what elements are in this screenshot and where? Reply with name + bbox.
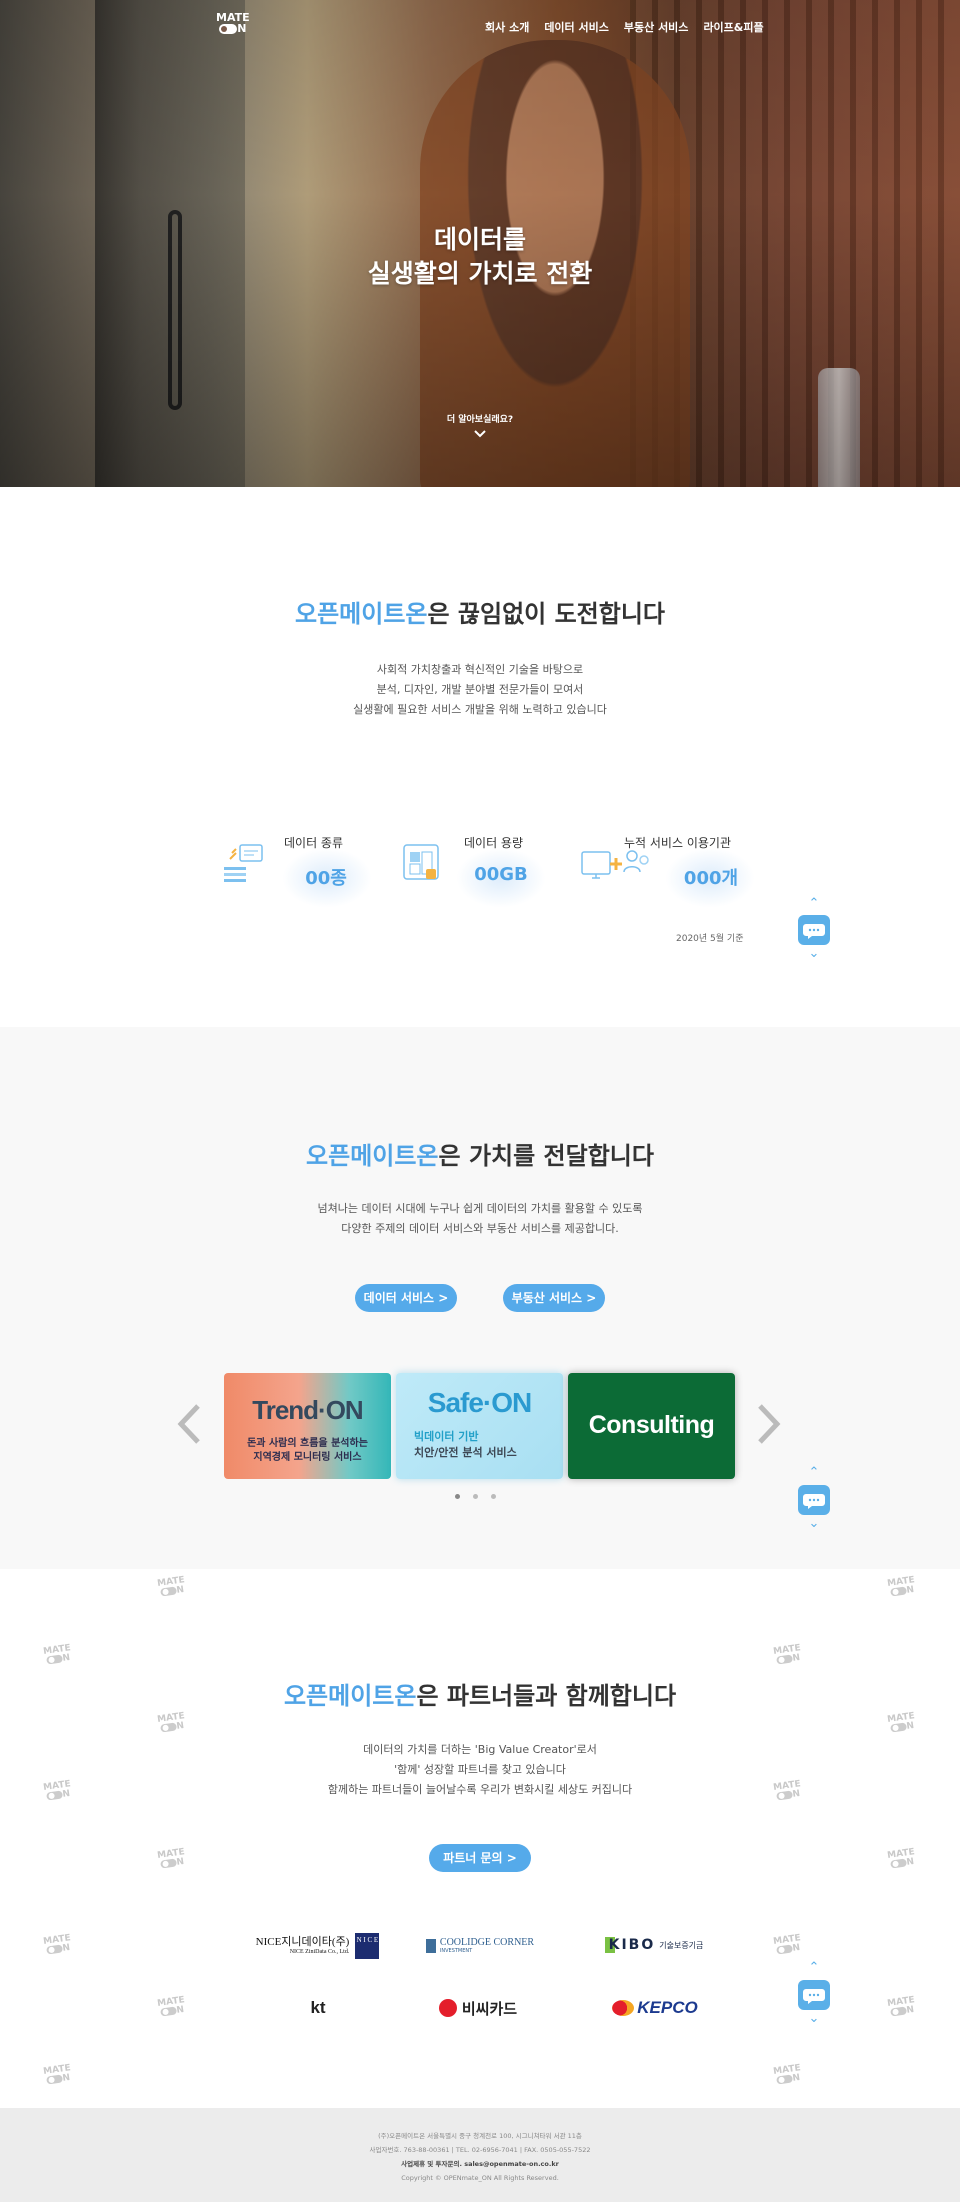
scroll-up-icon[interactable]: ⌃ <box>798 897 830 910</box>
partners-title: 오픈메이트온은 파트너들과 함께합니다 <box>283 1682 677 1710</box>
scroll-down-icon[interactable]: ⌄ <box>798 1517 830 1530</box>
toggle-logo-icon <box>160 1586 178 1597</box>
stat-label-organizations: 누적 서비스 이용기관 <box>624 836 731 850</box>
watermark-logo: MATE N <box>42 2063 72 2085</box>
main-nav: 회사 소개 데이터 서비스 부동산 서비스 라이프&피플 <box>485 19 764 35</box>
hero-section: MATE N 회사 소개 데이터 서비스 부동산 서비스 라이프&피플 데이터를… <box>0 0 960 487</box>
hero-title: 데이터를 실생활의 가치로 전환 <box>367 225 593 288</box>
stat-value-data-types: 00종 <box>305 868 347 889</box>
organizations-icon <box>580 848 656 890</box>
watermark-logo: MATE N <box>42 1933 72 1955</box>
partner-inquiry-button[interactable]: 파트너 문의 > <box>429 1844 531 1872</box>
watermark-logo: MATE N <box>772 1643 802 1665</box>
toggle-logo-icon <box>160 1858 178 1869</box>
toggle-logo-icon <box>776 1944 794 1955</box>
toggle-logo-icon <box>890 2006 908 2017</box>
safe-on-card[interactable]: Safe·ON 빅데이터 기반 치안/안전 분석 서비스 <box>396 1373 563 1479</box>
stat-label-data-volume: 데이터 용량 <box>464 836 524 850</box>
intro-description: 사회적 가치창출과 혁신적인 기술을 바탕으로 분석, 디자인, 개발 분야별 … <box>353 663 607 716</box>
learn-more-link[interactable]: 더 알아보실래요? <box>0 412 960 425</box>
toggle-logo-icon <box>776 1654 794 1665</box>
consulting-card[interactable]: Consulting <box>568 1373 735 1479</box>
nice-mark-icon: N I C E <box>355 1933 380 1959</box>
stat-value-data-volume: 00GB <box>474 864 528 885</box>
data-service-button[interactable]: 데이터 서비스 > <box>355 1284 457 1312</box>
partners-description: 데이터의 가치를 더하는 'Big Value Creator'로서 '함께' … <box>327 1743 633 1796</box>
footer-sales-email[interactable]: 사업제휴 및 투자문의. sales@openmate-on.co.kr <box>0 2157 960 2171</box>
bccard-mark-icon <box>438 1999 457 2017</box>
partner-logo-kepco: KEPCO <box>607 1996 703 2020</box>
data-volume-icon <box>400 843 444 885</box>
carousel-dot-3[interactable] <box>491 1494 496 1499</box>
partner-logo-coolidge: Coolidge Corner INVESTMENT <box>419 1936 541 1956</box>
scroll-down-icon[interactable]: ⌄ <box>798 947 830 960</box>
partner-logo-kt: kt <box>310 1998 326 2017</box>
toggle-logo-icon <box>160 1722 178 1733</box>
coolidge-mark-icon <box>425 1939 436 1953</box>
footer-copyright: Copyright © OPENmate_ON All Rights Reser… <box>401 2174 559 2182</box>
chevron-down-icon[interactable] <box>474 428 486 440</box>
realestate-service-button[interactable]: 부동산 서비스 > <box>503 1284 605 1312</box>
carousel-dot-1[interactable] <box>455 1494 460 1499</box>
value-title: 오픈메이트온은 가치를 전달합니다 <box>306 1142 654 1170</box>
stats-note: 2020년 5월 기준 <box>676 934 744 944</box>
watermark-logo: MATE N <box>772 2063 802 2085</box>
watermark-logo: MATE N <box>772 1933 802 1955</box>
partner-logo-kibo: KIBO 기술보증기금 <box>598 1935 710 1955</box>
toggle-logo-icon <box>46 2074 64 2085</box>
watermark-logo: MATE N <box>886 1575 916 1597</box>
watermark-logo: MATE N <box>156 1995 186 2017</box>
carousel-pagination <box>455 1494 496 1499</box>
carousel-prev-icon[interactable] <box>176 1402 202 1455</box>
toggle-logo-icon <box>219 24 238 34</box>
toggle-logo-icon <box>890 1586 908 1597</box>
watermark-logo: MATE N <box>156 1575 186 1597</box>
carousel-next-icon[interactable] <box>756 1402 782 1455</box>
site-footer: (주)오픈메이트온 서울특별시 중구 청계천로 100, 시그니쳐타워 서관 1… <box>0 2108 960 2202</box>
toggle-logo-icon <box>890 1858 908 1869</box>
footer-contact: 사업자번호. 763-88-00361 | TEL. 02-6956-7041 … <box>369 2146 591 2154</box>
chat-button[interactable] <box>798 1485 830 1515</box>
toggle-logo-icon <box>776 2074 794 2085</box>
chat-button[interactable] <box>798 1980 830 2010</box>
toggle-logo-icon <box>46 1944 64 1955</box>
partner-logo-bccard: 비씨카드 <box>434 1996 522 2020</box>
kepco-mark-icon <box>612 2000 635 2016</box>
watermark-logo: MATE N <box>156 1711 186 1733</box>
stat-label-data-types: 데이터 종류 <box>284 836 344 850</box>
toggle-logo-icon <box>160 2006 178 2017</box>
watermark-logo: MATE N <box>886 1847 916 1869</box>
intro-title: 오픈메이트온은 끊임없이 도전합니다 <box>295 600 665 628</box>
toggle-logo-icon <box>46 1654 64 1665</box>
nav-life-people[interactable]: 라이프&피플 <box>703 19 763 35</box>
carousel-dot-2[interactable] <box>473 1494 478 1499</box>
nav-realestate-service[interactable]: 부동산 서비스 <box>624 19 689 35</box>
watermark-logo: MATE N <box>42 1643 72 1665</box>
footer-address: (주)오픈메이트온 서울특별시 중구 청계천로 100, 시그니쳐타워 서관 1… <box>378 2132 582 2140</box>
scroll-up-icon[interactable]: ⌃ <box>798 1466 830 1479</box>
data-types-icon <box>222 843 266 885</box>
scroll-up-icon[interactable]: ⌃ <box>798 1961 830 1974</box>
site-logo[interactable]: MATE N <box>216 12 250 34</box>
toggle-logo-icon <box>890 1722 908 1733</box>
watermark-logo: MATE N <box>156 1847 186 1869</box>
chat-button[interactable] <box>798 915 830 945</box>
scroll-down-icon[interactable]: ⌄ <box>798 2012 830 2025</box>
trend-on-card[interactable]: Trend·ON 돈과 사람의 흐름을 분석하는 지역경제 모니터링 서비스 <box>224 1373 391 1479</box>
value-description: 넘쳐나는 데이터 시대에 누구나 쉽게 데이터의 가치를 활용할 수 있도록 다… <box>317 1202 643 1235</box>
partner-logo-nice: NICE지니데이타(주) NICE ZiniData Co., Ltd. N I… <box>250 1932 385 1960</box>
nav-about[interactable]: 회사 소개 <box>485 19 529 35</box>
watermark-logo: MATE N <box>886 1995 916 2017</box>
nav-data-service[interactable]: 데이터 서비스 <box>544 19 609 35</box>
watermark-logo: MATE N <box>886 1711 916 1733</box>
stat-value-organizations: 000개 <box>683 868 739 889</box>
